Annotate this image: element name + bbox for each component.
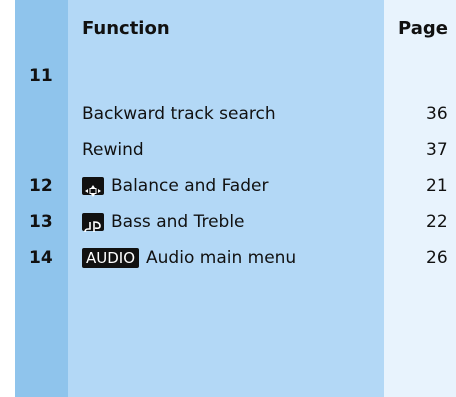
page-number: 37 <box>426 140 448 160</box>
table-row: 14 AUDIO Audio main menu 26 <box>0 240 456 276</box>
page-number: 22 <box>426 212 448 232</box>
row-number: 12 <box>29 176 53 196</box>
function-cell: AUDIO Audio main menu <box>82 240 296 276</box>
page-number: 36 <box>426 104 448 124</box>
row-number: 11 <box>29 66 53 86</box>
table-row: Backward track search 36 <box>0 96 456 132</box>
function-cell: Balance and Fader <box>82 168 268 204</box>
page-number: 26 <box>426 248 448 268</box>
table-row: 13 Bass and Treble 22 <box>0 204 456 240</box>
function-text: Backward track search <box>82 104 276 124</box>
function-text: Bass and Treble <box>111 212 245 232</box>
page-header: Page <box>398 18 448 39</box>
row-number: 14 <box>29 248 53 268</box>
balance-fader-icon <box>82 177 104 197</box>
function-cell: Bass and Treble <box>82 204 245 240</box>
row-number: 13 <box>29 212 53 232</box>
function-text: Rewind <box>82 140 144 160</box>
table-row: 12 Balance and Fader 21 <box>0 168 456 204</box>
function-header: Function <box>82 18 170 39</box>
page-number: 21 <box>426 176 448 196</box>
table-row: Rewind 37 <box>0 132 456 168</box>
function-text: Audio main menu <box>146 248 297 268</box>
audio-button-icon: AUDIO <box>82 248 140 268</box>
table-row: 11 <box>0 58 456 94</box>
bass-treble-icon <box>82 213 104 233</box>
function-text: Balance and Fader <box>111 176 269 196</box>
